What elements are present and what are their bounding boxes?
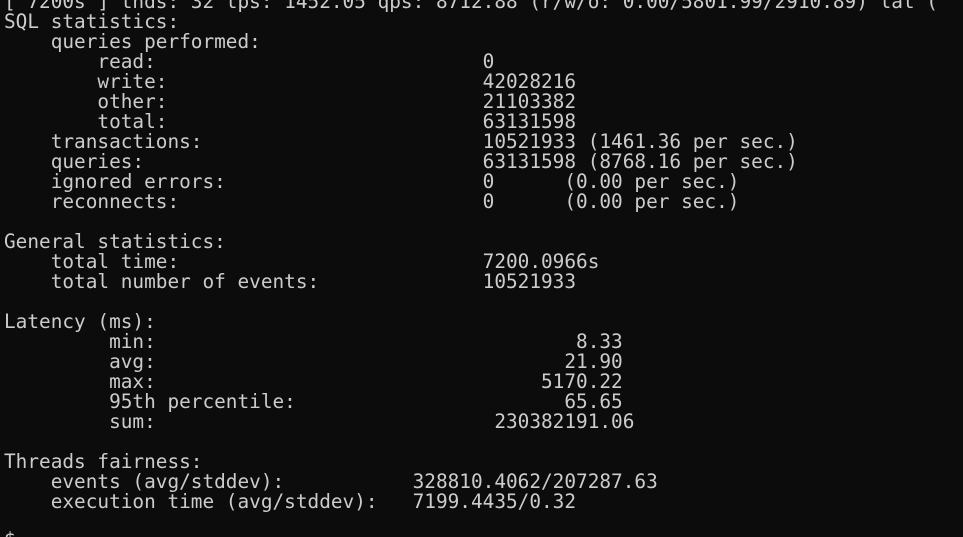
stat-row-total-events: total number of events: 10521933: [4, 272, 576, 292]
terminal-line: sum: 230382191.06: [4, 410, 635, 433]
stat-row-write: write: 42028216: [4, 72, 576, 92]
stat-row-ignored-errors: ignored errors: 0 (0.00 per sec.): [4, 172, 740, 192]
stat-row-queries: queries: 63131598 (8768.16 per sec.): [4, 152, 798, 172]
stat-row-transactions: transactions: 10521933 (1461.36 per sec.…: [4, 132, 798, 152]
stat-row-exec-time-avg-stddev: execution time (avg/stddev): 7199.4435/0…: [4, 492, 576, 512]
stat-row-total-time: total time: 7200.0966s: [4, 252, 600, 272]
terminal-line: reconnects: 0 (0.00 per sec.): [4, 190, 740, 213]
terminal-line: $: [4, 528, 16, 537]
terminal-line: total number of events: 10521933: [4, 270, 577, 293]
stat-row-latency-max: max: 5170.22: [4, 372, 623, 392]
section-header-latency: Latency (ms):: [4, 312, 156, 332]
stat-row-other: other: 21103382: [4, 92, 576, 112]
stat-row-latency-95th: 95th percentile: 65.65: [4, 392, 623, 412]
stat-row-events-avg-stddev: events (avg/stddev): 328810.4062/207287.…: [4, 472, 658, 492]
section-header-general-statistics: General statistics:: [4, 232, 226, 252]
terminal-window[interactable]: [ 7200s ] thds: 32 tps: 1452.05 qps: 871…: [0, 0, 963, 537]
terminal-line: execution time (avg/stddev): 7199.4435/0…: [4, 490, 577, 513]
stat-row-latency-sum: sum: 230382191.06: [4, 412, 634, 432]
stat-row-read: read: 0: [4, 52, 494, 72]
subsection-queries-performed: queries performed:: [4, 32, 261, 52]
section-header-threads-fairness: Threads fairness:: [4, 452, 202, 472]
section-header-sql-statistics: SQL statistics:: [4, 12, 179, 32]
stat-row-latency-min: min: 8.33: [4, 332, 623, 352]
shell-prompt[interactable]: $: [4, 530, 16, 537]
stat-row-total: total: 63131598: [4, 112, 576, 132]
stat-row-latency-avg: avg: 21.90: [4, 352, 623, 372]
stat-row-reconnects: reconnects: 0 (0.00 per sec.): [4, 190, 740, 213]
